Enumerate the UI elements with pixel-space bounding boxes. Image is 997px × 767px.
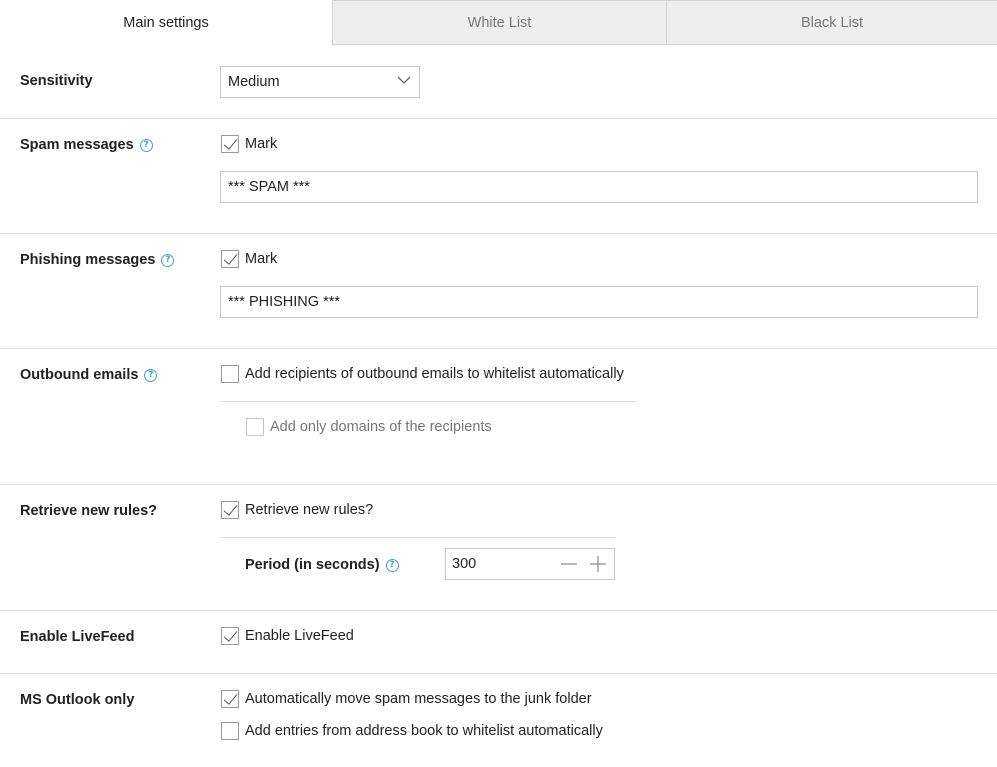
- sensitivity-select[interactable]: Medium: [220, 66, 420, 98]
- phishing-label-text: Phishing messages: [20, 252, 156, 268]
- add-recipients-label: Add recipients of outbound emails to whi…: [245, 366, 624, 382]
- rules-divider: [220, 537, 616, 538]
- help-icon[interactable]: ?: [139, 138, 153, 152]
- spam-section: Spam messages ? Mark: [0, 119, 997, 234]
- outbound-divider: [220, 401, 637, 402]
- rules-section: Retrieve new rules? Retrieve new rules? …: [0, 485, 997, 611]
- minus-icon[interactable]: [560, 555, 578, 573]
- spam-mark-checkbox[interactable]: Mark: [221, 135, 277, 153]
- tab-main-settings[interactable]: Main settings: [0, 0, 333, 46]
- period-input[interactable]: [446, 555, 554, 573]
- livefeed-checkbox[interactable]: Enable LiveFeed: [221, 627, 354, 645]
- add-recipients-checkbox[interactable]: Add recipients of outbound emails to whi…: [221, 365, 624, 383]
- checkbox-box: [221, 135, 239, 153]
- spam-label-text: Spam messages: [20, 137, 134, 153]
- livefeed-section: Enable LiveFeed Enable LiveFeed: [0, 611, 997, 674]
- address-book-label: Add entries from address book to whiteli…: [245, 723, 603, 739]
- domains-only-checkbox[interactable]: Add only domains of the recipients: [246, 418, 492, 436]
- tab-black-list[interactable]: Black List: [667, 0, 997, 45]
- checkbox-box: [221, 501, 239, 519]
- move-spam-label: Automatically move spam messages to the …: [245, 691, 592, 707]
- sensitivity-label: Sensitivity: [20, 73, 93, 89]
- checkbox-box: [221, 722, 239, 740]
- spam-mark-label: Mark: [245, 136, 278, 152]
- livefeed-checkbox-label: Enable LiveFeed: [245, 628, 354, 644]
- spam-label: Spam messages ?: [20, 137, 153, 153]
- checkbox-box: [221, 365, 239, 383]
- sensitivity-selected-value: Medium: [228, 74, 280, 90]
- retrieve-rules-checkbox[interactable]: Retrieve new rules?: [221, 501, 373, 519]
- address-book-checkbox[interactable]: Add entries from address book to whiteli…: [221, 722, 603, 740]
- phishing-section: Phishing messages ? Mark: [0, 234, 997, 349]
- tab-bar: Main settings White List Black List: [0, 0, 997, 46]
- phishing-mark-label: Mark: [245, 251, 278, 267]
- checkbox-box: [221, 690, 239, 708]
- help-icon[interactable]: ?: [144, 368, 158, 382]
- period-label-text: Period (in seconds): [245, 557, 380, 573]
- plus-icon[interactable]: [589, 555, 607, 573]
- phishing-tag-input[interactable]: [220, 286, 978, 318]
- livefeed-label: Enable LiveFeed: [20, 629, 135, 645]
- checkbox-box: [221, 250, 239, 268]
- outlook-section: MS Outlook only Automatically move spam …: [0, 674, 997, 767]
- domains-only-label: Add only domains of the recipients: [270, 419, 492, 435]
- tab-white-list[interactable]: White List: [333, 0, 667, 45]
- help-icon[interactable]: ?: [385, 558, 399, 572]
- rules-label: Retrieve new rules?: [20, 503, 157, 519]
- phishing-mark-checkbox[interactable]: Mark: [221, 250, 277, 268]
- period-stepper: [445, 548, 615, 580]
- outbound-label-text: Outbound emails: [20, 367, 139, 383]
- phishing-label: Phishing messages ?: [20, 252, 175, 268]
- help-icon[interactable]: ?: [161, 253, 175, 267]
- outlook-label: MS Outlook only: [20, 692, 135, 708]
- retrieve-rules-label: Retrieve new rules?: [245, 502, 374, 518]
- period-label: Period (in seconds) ?: [245, 557, 399, 573]
- move-spam-checkbox[interactable]: Automatically move spam messages to the …: [221, 690, 592, 708]
- checkbox-box: [221, 627, 239, 645]
- sensitivity-section: Sensitivity Medium: [0, 46, 997, 119]
- chevron-down-icon: [397, 76, 411, 84]
- checkbox-box: [246, 418, 264, 436]
- outbound-label: Outbound emails ?: [20, 367, 158, 383]
- outbound-section: Outbound emails ? Add recipients of outb…: [0, 349, 997, 485]
- spam-tag-input[interactable]: [220, 171, 978, 203]
